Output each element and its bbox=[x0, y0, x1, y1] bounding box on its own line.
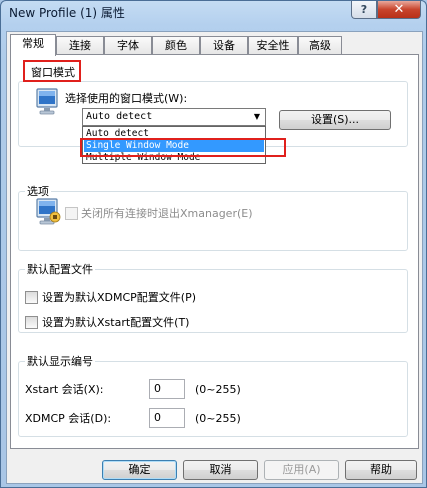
monitor-icon bbox=[36, 88, 58, 115]
default-xstart-checkbox[interactable] bbox=[25, 316, 38, 329]
xstart-session-input[interactable]: 0 bbox=[149, 379, 185, 399]
tab-advanced[interactable]: 高级 bbox=[298, 36, 342, 55]
tab-connection[interactable]: 连接 bbox=[56, 36, 104, 55]
apply-button[interactable]: 应用(A) bbox=[264, 460, 339, 480]
tab-device[interactable]: 设备 bbox=[200, 36, 248, 55]
default-xdmcp-label: 设置为默认XDMCP配置文件(P) bbox=[42, 291, 197, 304]
xstart-session-range: (0~255) bbox=[195, 383, 241, 396]
dialog-client-area: 常规 连接 字体 颜色 设备 安全性 高级 窗口模式 选择使用的窗口模式(W):… bbox=[6, 31, 423, 484]
default-profile-legend: 默认配置文件 bbox=[25, 263, 95, 276]
close-button[interactable]: ✕ bbox=[377, 1, 421, 19]
close-on-exit-checkbox[interactable] bbox=[65, 207, 78, 220]
help-button[interactable]: 帮助 bbox=[345, 460, 417, 480]
tab-strip: 常规 连接 字体 颜色 设备 安全性 高级 bbox=[10, 34, 420, 56]
default-display-group bbox=[18, 361, 408, 437]
xdmcp-session-input[interactable]: 0 bbox=[149, 408, 185, 428]
default-xdmcp-checkbox[interactable] bbox=[25, 291, 38, 304]
tab-security[interactable]: 安全性 bbox=[248, 36, 298, 55]
settings-button[interactable]: 设置(S)... bbox=[279, 110, 391, 130]
tab-font[interactable]: 字体 bbox=[104, 36, 152, 55]
window-mode-highlight bbox=[23, 60, 81, 82]
default-xstart-label: 设置为默认Xstart配置文件(T) bbox=[42, 316, 190, 329]
xdmcp-session-range: (0~255) bbox=[195, 412, 241, 425]
ok-button[interactable]: 确定 bbox=[102, 460, 177, 480]
window-mode-select[interactable]: Auto detect ▼ bbox=[82, 108, 266, 126]
chevron-down-icon[interactable]: ▼ bbox=[249, 109, 265, 125]
window-mode-selected-value: Auto detect bbox=[86, 111, 153, 122]
single-window-highlight bbox=[80, 138, 286, 157]
window-mode-prompt: 选择使用的窗口模式(W): bbox=[65, 92, 188, 105]
cancel-button[interactable]: 取消 bbox=[183, 460, 258, 480]
help-title-button[interactable]: ? bbox=[351, 1, 377, 19]
xdmcp-session-label: XDMCP 会话(D): bbox=[25, 412, 112, 425]
title-bar[interactable]: New Profile (1) 属性 ? ✕ bbox=[1, 1, 427, 27]
monitor-options-icon bbox=[36, 198, 61, 225]
tab-general[interactable]: 常规 bbox=[10, 34, 56, 56]
dialog-window: New Profile (1) 属性 ? ✕ 常规 连接 字体 颜色 设备 安全… bbox=[0, 0, 427, 488]
options-group bbox=[18, 191, 408, 251]
window-title: New Profile (1) 属性 bbox=[9, 6, 125, 20]
tab-color[interactable]: 颜色 bbox=[152, 36, 200, 55]
close-on-exit-label: 关闭所有连接时退出Xmanager(E) bbox=[81, 207, 253, 220]
default-display-legend: 默认显示编号 bbox=[25, 355, 95, 368]
xstart-session-label: Xstart 会话(X): bbox=[25, 383, 104, 396]
